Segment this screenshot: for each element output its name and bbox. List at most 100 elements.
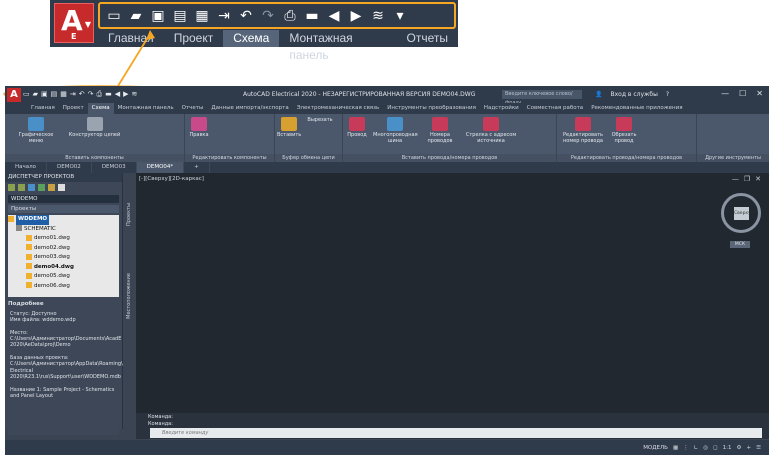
project-select[interactable]: WDDEMO xyxy=(8,195,119,203)
scale-label[interactable]: 1:1 xyxy=(723,445,732,451)
redo-icon[interactable]: ↷ xyxy=(88,90,94,99)
drawing-canvas[interactable]: [-][Сверху][2D-каркас] — ❐ ✕ Сверху МСК xyxy=(136,173,769,413)
command-input[interactable]: Введите команду xyxy=(150,428,762,438)
model-button[interactable]: МОДЕЛЬ xyxy=(643,445,668,451)
plus-icon[interactable]: + xyxy=(746,445,751,451)
back-icon[interactable]: ◀ xyxy=(324,6,344,26)
projects-dropdown[interactable]: Проекты xyxy=(8,205,119,213)
close-icon[interactable]: ✕ xyxy=(756,89,763,98)
circuit-builder-button[interactable]: Конструктор цепей xyxy=(67,117,122,138)
snap-icon[interactable]: ⋮ xyxy=(683,445,689,451)
back-icon[interactable]: ◀ xyxy=(115,90,120,99)
ribbon-tab[interactable]: Монтажная панель xyxy=(114,103,178,114)
new-project-icon[interactable] xyxy=(18,184,25,191)
vtab-projects[interactable]: Проекты xyxy=(126,203,132,226)
wcs-button[interactable]: МСК xyxy=(730,241,750,248)
open-icon[interactable]: ▰ xyxy=(126,6,146,26)
folder-icon[interactable]: ▬ xyxy=(302,6,322,26)
plot-icon[interactable]: ⎙ xyxy=(97,90,103,99)
grid-icon[interactable]: ▦ xyxy=(673,445,678,451)
wire-numbers-button[interactable]: Номера проводов xyxy=(425,117,455,144)
help-icon[interactable] xyxy=(58,184,65,191)
redo-icon[interactable]: ↷ xyxy=(258,6,278,26)
multi-bus-button[interactable]: Многопроводная шина xyxy=(373,117,418,144)
ribbon-tab[interactable]: Надстройки xyxy=(480,103,523,114)
details-header[interactable]: Подробнее xyxy=(8,300,119,309)
ortho-icon[interactable]: ∟ xyxy=(694,445,699,451)
save-icon[interactable]: ▣ xyxy=(148,6,168,26)
vtab-location[interactable]: Местоположение xyxy=(126,273,132,319)
new-icon[interactable]: ▭ xyxy=(23,90,30,99)
tree-folder[interactable]: SCHEMATIC xyxy=(8,225,119,235)
properties-icon[interactable] xyxy=(28,184,35,191)
minimize-icon[interactable]: — xyxy=(721,89,729,98)
ribbon-tab[interactable]: Совместная работа xyxy=(523,103,587,114)
doc-tab[interactable]: Начало xyxy=(5,162,48,173)
viewcube-face[interactable]: Сверху xyxy=(734,207,751,220)
ribbon-tab[interactable]: Рекомендованные приложения xyxy=(587,103,686,114)
icon-menu-button[interactable]: Графическое меню xyxy=(11,117,61,144)
undo-icon[interactable]: ↶ xyxy=(236,6,256,26)
save-as-icon[interactable]: ▤ xyxy=(170,6,190,26)
viewport-label[interactable]: [-][Сверху][2D-каркас] xyxy=(139,176,204,182)
maximize-icon[interactable]: ☐ xyxy=(739,89,746,98)
ribbon-tab[interactable]: Электромеханическая связь xyxy=(293,103,384,114)
ribbon-tab[interactable]: Главная xyxy=(27,103,59,114)
tree-file-active[interactable]: demo04.dwg xyxy=(8,263,119,273)
app-menu-button[interactable]: A E ▼ xyxy=(54,3,94,43)
ribbon-tab[interactable]: Инструменты преобразования xyxy=(383,103,480,114)
new-tab-button[interactable]: + xyxy=(184,162,210,173)
edit-button[interactable]: Правка xyxy=(187,117,211,138)
open-project-icon[interactable] xyxy=(8,184,15,191)
cut-button[interactable]: Вырезать xyxy=(303,117,337,123)
app-logo[interactable]: A xyxy=(7,88,21,102)
search-input[interactable]: Введите ключевое слово/фразу xyxy=(502,90,582,106)
ribbon-tab-active[interactable]: Схема xyxy=(87,103,114,114)
export-icon[interactable]: ⇥ xyxy=(70,90,76,99)
web-icon[interactable]: ≋ xyxy=(368,6,388,26)
tree-file[interactable]: demo05.dwg xyxy=(8,272,119,282)
doc-tab[interactable]: DEMO02 xyxy=(47,162,92,173)
osnap-icon[interactable]: ◻ xyxy=(713,445,718,451)
open-icon[interactable]: ▰ xyxy=(33,90,38,99)
signin-button[interactable]: Вход в службы xyxy=(610,91,657,98)
tab-reports[interactable]: Отчеты xyxy=(397,30,458,47)
publish-icon[interactable]: ▦ xyxy=(192,6,212,26)
refresh-icon[interactable] xyxy=(38,184,45,191)
menu-icon[interactable]: ☰ xyxy=(756,445,761,451)
tree-file[interactable]: demo06.dwg xyxy=(8,282,119,292)
forward-icon[interactable]: ▶ xyxy=(346,6,366,26)
wire-button[interactable]: Провод xyxy=(345,117,369,138)
polar-icon[interactable]: ◎ xyxy=(703,445,708,451)
tree-file[interactable]: demo02.dwg xyxy=(8,244,119,254)
tree-file[interactable]: demo03.dwg xyxy=(8,253,119,263)
paste-button[interactable]: Вставить xyxy=(277,117,301,138)
trim-wire-button[interactable]: Обрезать провод xyxy=(609,117,639,144)
customize-icon[interactable]: ▾ xyxy=(390,6,410,26)
export-icon[interactable]: ⇥ xyxy=(214,6,234,26)
web-icon[interactable]: ≋ xyxy=(132,90,138,99)
doc-tab-active[interactable]: DEMO04* xyxy=(136,162,185,173)
restore-icon[interactable]: ❐ xyxy=(744,175,750,183)
user-icon[interactable]: 👤 xyxy=(595,91,602,98)
tab-project[interactable]: Проект xyxy=(164,30,224,47)
gear-icon[interactable]: ⚙ xyxy=(737,445,742,451)
folder-icon[interactable]: ▬ xyxy=(105,90,112,99)
tab-home[interactable]: Главная xyxy=(98,30,164,47)
publish-icon[interactable]: ▦ xyxy=(60,90,67,99)
tree-file[interactable]: demo01.dwg xyxy=(8,234,119,244)
close-icon[interactable]: ✕ xyxy=(755,175,761,183)
ribbon-tab[interactable]: Проект xyxy=(59,103,88,114)
forward-icon[interactable]: ▶ xyxy=(123,90,128,99)
save-icon[interactable]: ▣ xyxy=(41,90,48,99)
settings-icon[interactable] xyxy=(48,184,55,191)
tree-root[interactable]: WDDEMO xyxy=(8,215,119,225)
minimize-icon[interactable]: — xyxy=(732,175,739,183)
save-as-icon[interactable]: ▤ xyxy=(51,90,58,99)
tab-panel[interactable]: Монтажная панель xyxy=(279,30,396,62)
doc-tab[interactable]: DEMO03 xyxy=(92,162,137,173)
viewcube[interactable]: Сверху xyxy=(721,193,761,233)
undo-icon[interactable]: ↶ xyxy=(79,90,85,99)
ribbon-tab[interactable]: Отчеты xyxy=(178,103,208,114)
ribbon-tab[interactable]: Данные импорта/экспорта xyxy=(207,103,292,114)
